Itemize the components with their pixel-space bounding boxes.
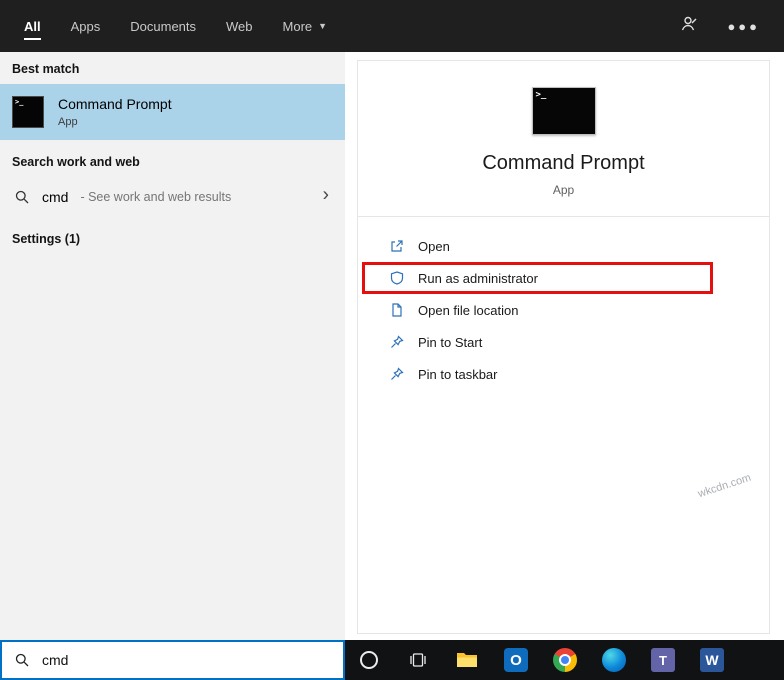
- app-title: Command Prompt: [358, 152, 769, 175]
- file-location-icon: [389, 302, 405, 318]
- web-result-hint: - See work and web results: [80, 190, 231, 204]
- command-prompt-icon: >_: [12, 96, 44, 128]
- edge-icon[interactable]: [597, 640, 631, 680]
- app-subtitle: App: [358, 183, 769, 197]
- best-match-subtitle: App: [58, 116, 172, 128]
- search-icon: [14, 652, 30, 668]
- app-detail-card: >_ Command Prompt App Open: [357, 60, 770, 634]
- action-label: Pin to taskbar: [418, 367, 498, 382]
- teams-icon[interactable]: [646, 640, 680, 680]
- tab-documents[interactable]: Documents: [130, 0, 196, 52]
- open-icon: [389, 238, 405, 254]
- best-match-title: Command Prompt: [58, 96, 172, 112]
- section-best-match: Best match: [0, 52, 345, 84]
- action-run-as-administrator[interactable]: Run as administrator: [362, 262, 713, 294]
- detail-panel: >_ Command Prompt App Open: [345, 52, 784, 640]
- filter-tabs: All Apps Documents Web More ▼: [0, 0, 327, 52]
- tab-web[interactable]: Web: [226, 0, 253, 52]
- tab-more[interactable]: More ▼: [283, 0, 328, 52]
- action-label: Pin to Start: [418, 335, 482, 350]
- windows-search-screen: All Apps Documents Web More ▼ ●●● Best m…: [0, 0, 784, 680]
- tab-all[interactable]: All: [24, 0, 41, 52]
- section-search-work-web: Search work and web: [0, 140, 345, 177]
- pin-icon: [389, 366, 405, 382]
- section-settings: Settings (1): [0, 217, 345, 254]
- search-filter-bar: All Apps Documents Web More ▼ ●●●: [0, 0, 784, 52]
- more-options-icon[interactable]: ●●●: [727, 20, 760, 33]
- word-icon[interactable]: [695, 640, 729, 680]
- taskbar-icons: [345, 640, 729, 680]
- action-label: Open: [418, 239, 450, 254]
- chevron-right-icon[interactable]: ›: [323, 185, 329, 207]
- task-view-icon[interactable]: [401, 640, 435, 680]
- command-prompt-icon-large: >_: [532, 87, 596, 135]
- action-label: Run as administrator: [418, 271, 538, 286]
- cortana-icon[interactable]: [352, 640, 386, 680]
- topbar-actions: ●●●: [679, 14, 784, 39]
- search-icon: [14, 189, 30, 205]
- action-open[interactable]: Open: [358, 230, 769, 262]
- admin-shield-icon: [389, 270, 405, 286]
- pin-icon: [389, 334, 405, 350]
- outlook-icon[interactable]: [499, 640, 533, 680]
- web-result-query: cmd: [42, 189, 68, 205]
- taskbar-search-value: cmd: [42, 652, 68, 668]
- divider: [358, 216, 769, 217]
- file-explorer-icon[interactable]: [450, 640, 484, 680]
- user-icon[interactable]: [679, 14, 699, 39]
- chevron-down-icon: ▼: [318, 21, 327, 31]
- action-pin-to-start[interactable]: Pin to Start: [358, 326, 769, 358]
- taskbar: cmd: [0, 640, 784, 680]
- action-label: Open file location: [418, 303, 518, 318]
- web-result-cmd[interactable]: cmd - See work and web results ›: [0, 177, 345, 217]
- chrome-icon[interactable]: [548, 640, 582, 680]
- best-match-command-prompt[interactable]: >_ Command Prompt App: [0, 84, 345, 140]
- action-open-file-location[interactable]: Open file location: [358, 294, 769, 326]
- app-hero: >_ Command Prompt App: [358, 61, 769, 197]
- taskbar-search-input[interactable]: cmd: [0, 640, 345, 680]
- context-actions: Open Run as administrator: [358, 230, 769, 390]
- tab-apps[interactable]: Apps: [71, 0, 101, 52]
- search-results-panel: Best match >_ Command Prompt App Search …: [0, 52, 345, 640]
- action-pin-to-taskbar[interactable]: Pin to taskbar: [358, 358, 769, 390]
